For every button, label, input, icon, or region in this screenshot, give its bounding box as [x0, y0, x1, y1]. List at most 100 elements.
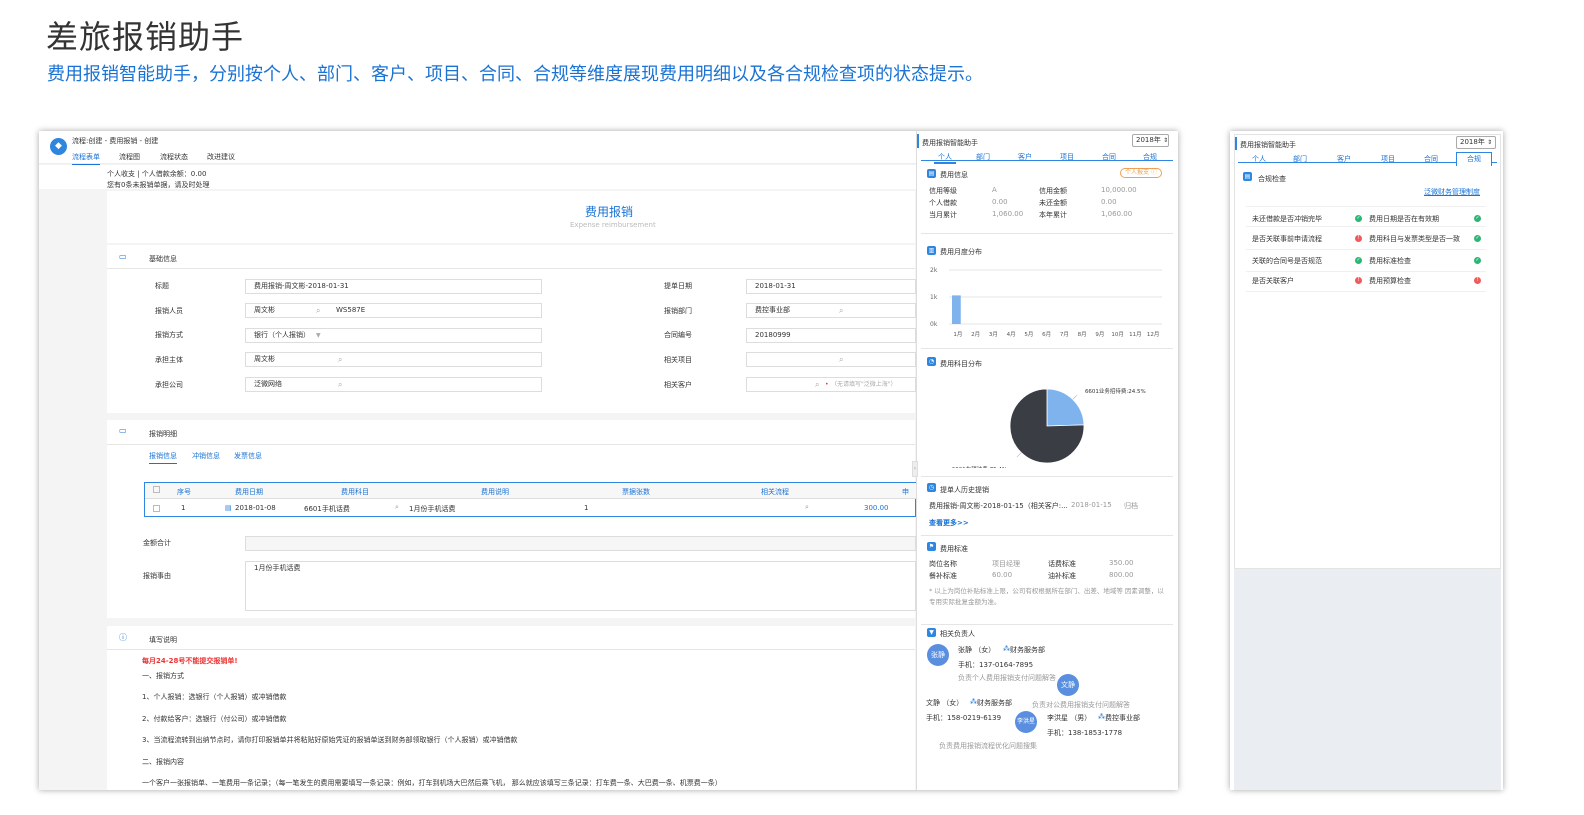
- contract-input[interactable]: 20180999: [746, 328, 916, 343]
- tab-compliance[interactable]: 合规: [1143, 152, 1157, 162]
- tab-department[interactable]: 部门: [976, 152, 990, 162]
- client-input[interactable]: ⌕ • （无请填写"泛微上海"）: [746, 377, 916, 392]
- tab-suggestions[interactable]: 改进建议: [207, 152, 235, 162]
- detail-icon: ▭: [119, 426, 127, 435]
- chevron-down-icon: ⇕: [1163, 137, 1169, 144]
- history-item[interactable]: 费用报销-周文彬-2018-01-15（相关客户:...: [929, 501, 1068, 511]
- standard-value: 项目经理: [992, 560, 1020, 568]
- tab-flow-status[interactable]: 流程状态: [160, 152, 188, 162]
- contact-dept: 财务服务部: [1010, 646, 1045, 654]
- fee-value: 1,060.00: [1101, 210, 1133, 218]
- y-tick-label: 2k: [930, 267, 938, 274]
- tab-project[interactable]: 项目: [1381, 154, 1395, 164]
- year-select[interactable]: 2018年 ⇕: [1456, 136, 1496, 149]
- tab-department[interactable]: 部门: [1293, 154, 1307, 164]
- search-icon[interactable]: ⌕: [839, 304, 843, 317]
- row-desc[interactable]: 1月份手机话费: [409, 504, 455, 514]
- avatar[interactable]: 张静: [927, 644, 949, 666]
- tab-client[interactable]: 客户: [1337, 154, 1351, 164]
- project-label: 相关项目: [664, 356, 692, 364]
- subtab-offset-info[interactable]: 冲销信息: [192, 451, 220, 461]
- contacts-heading: 相关负责人: [940, 630, 975, 638]
- col-flow: 相关流程: [761, 488, 789, 496]
- search-icon[interactable]: ⌕: [815, 378, 819, 391]
- search-icon[interactable]: ⌕: [338, 353, 342, 366]
- subtab-expense-info[interactable]: 报销信息: [149, 451, 177, 464]
- avatar[interactable]: 文静: [1057, 674, 1079, 696]
- view-more-link[interactable]: 查看更多>>: [929, 518, 969, 528]
- company-input[interactable]: 泛微网络 ⌕: [245, 377, 542, 392]
- label-leader: [1072, 394, 1078, 400]
- tab-contract[interactable]: 合同: [1102, 152, 1116, 162]
- policy-link[interactable]: 泛微财务管理制度: [1424, 187, 1480, 197]
- notice-pending: 您有0条未报销单据，请及时处理: [107, 181, 210, 189]
- x-tick-label: 4月: [1007, 331, 1016, 338]
- compliance-icon: ▤: [1243, 172, 1252, 181]
- tab-project[interactable]: 项目: [1060, 152, 1074, 162]
- main-screenshot: ◆ 流程:创建 - 费用报销 - 创建 流程表单 流程图 流程状态 改进建议 个…: [39, 131, 1178, 790]
- x-tick-label: 5月: [1024, 331, 1033, 338]
- contact-name: 李洪星 （男）: [1047, 714, 1092, 722]
- method-select[interactable]: 银行（个人报销） ▼: [245, 328, 542, 343]
- project-input[interactable]: ⌕: [746, 352, 916, 367]
- compliance-title: 费用报销智能助手: [1240, 141, 1296, 149]
- row-amount[interactable]: 300.00: [864, 504, 889, 512]
- search-icon[interactable]: ⌕: [839, 353, 843, 366]
- calendar-icon[interactable]: ▤: [225, 504, 232, 512]
- subject-input[interactable]: 周文彬 ⌕: [245, 352, 542, 367]
- header-checkbox[interactable]: [153, 486, 160, 493]
- contract-label: 合同编号: [664, 331, 692, 339]
- tab-compliance[interactable]: 合规: [1456, 152, 1492, 166]
- chevron-down-icon[interactable]: ▼: [316, 329, 321, 342]
- standard-value: 350.00: [1109, 559, 1134, 567]
- tab-personal[interactable]: 个人: [934, 152, 956, 164]
- col-desc: 费用说明: [481, 488, 509, 496]
- title-input[interactable]: 费用报销-周文彬-2018-01-31: [245, 279, 542, 294]
- tab-client[interactable]: 客户: [1018, 152, 1032, 162]
- reason-textarea[interactable]: 1月份手机话费: [245, 561, 916, 611]
- slice-label: 6601业务招待费:24.5%: [1085, 387, 1146, 395]
- person-input[interactable]: 周文彬 ⌕ WS587E: [245, 303, 542, 318]
- fee-info-badge[interactable]: 个人报支 ⓘ: [1120, 168, 1162, 178]
- tab-personal[interactable]: 个人: [1252, 154, 1266, 164]
- row-subject[interactable]: 6601手机话费: [304, 504, 350, 514]
- contact-desc: 负责个人费用报销支付问题解答: [958, 674, 1056, 682]
- info-icon: ⓘ: [119, 633, 127, 642]
- year-select[interactable]: 2018年 ⇕: [1132, 134, 1169, 147]
- row-count[interactable]: 1: [584, 504, 588, 512]
- search-icon[interactable]: ⌕: [338, 378, 342, 391]
- tab-contract[interactable]: 合同: [1424, 154, 1438, 164]
- fee-label: 未还金额: [1039, 199, 1067, 207]
- notice-balance[interactable]: 个人收支 | 个人借款余额：0.00: [107, 169, 206, 179]
- search-icon[interactable]: ⌕: [316, 304, 320, 317]
- contact-phone: 手机：138-1853-1778: [1047, 729, 1123, 737]
- avatar[interactable]: 李洪星: [1015, 711, 1037, 733]
- dept-input[interactable]: 费控事业部 ⌕: [746, 303, 916, 318]
- compliance-item-label: 关联的合同号是否规范: [1252, 257, 1322, 265]
- row-checkbox[interactable]: [153, 505, 160, 512]
- search-icon[interactable]: ⌕: [805, 503, 809, 512]
- fee-value: 1,060.00: [992, 210, 1024, 218]
- standard-value: 60.00: [992, 571, 1013, 579]
- total-input: [245, 536, 916, 551]
- fee-info-icon: ▤: [927, 169, 936, 178]
- form-title: 费用报销: [585, 205, 634, 219]
- tab-flow-form[interactable]: 流程表单: [72, 152, 100, 165]
- search-icon[interactable]: ⌕: [395, 503, 399, 512]
- standard-label: 餐补标准: [929, 572, 957, 580]
- fee-value: A: [992, 186, 997, 194]
- form-area: ◆ 流程:创建 - 费用报销 - 创建 流程表单 流程图 流程状态 改进建议 个…: [39, 131, 917, 790]
- fee-info-heading: 费用信息: [940, 171, 968, 179]
- subject-pie-chart: 6601业务招待费:24.5% 6601车辆油费:75.4%: [952, 387, 1146, 468]
- tab-flow-chart[interactable]: 流程图: [119, 152, 140, 162]
- fee-label: 本年累计: [1039, 211, 1067, 219]
- date-input[interactable]: 2018-01-31: [746, 279, 916, 294]
- row-date[interactable]: 2018-01-08: [235, 504, 276, 512]
- monthly-heading: 费用月度分布: [940, 248, 982, 256]
- x-tick-label: 8月: [1078, 331, 1087, 338]
- instructions-line: 一个客户一张报销单、一笔费用一条记录；（每一笔发生的费用需要填写一条记录：例如，…: [142, 779, 722, 787]
- compliance-item-label: 未还借款是否冲销完毕: [1252, 215, 1322, 223]
- pie-chart-icon: ◔: [927, 357, 936, 366]
- collapse-handle[interactable]: ›: [912, 461, 918, 477]
- subtab-invoice-info[interactable]: 发票信息: [234, 451, 262, 461]
